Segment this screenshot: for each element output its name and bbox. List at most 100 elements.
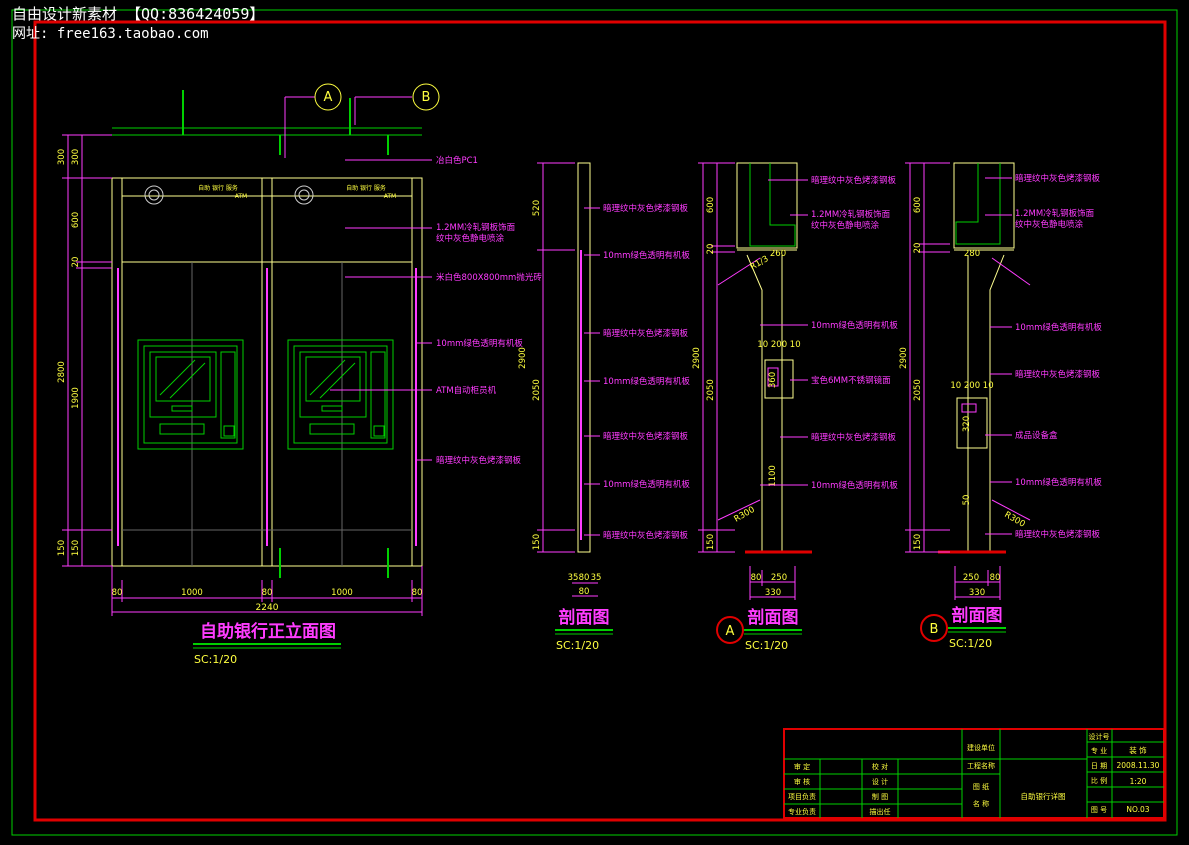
sb-label-1: 暗理纹中灰色烤漆钢板: [1015, 173, 1101, 184]
tb-project-name-label: 工程名称: [967, 761, 995, 770]
s1-label-3: 暗理纹中灰色烤漆钢板: [603, 328, 689, 339]
tb-right-value-3: 2008.11.30: [1117, 761, 1160, 770]
sa-dim-80: 80: [751, 573, 762, 583]
sb-dim-280: 280: [964, 249, 980, 259]
s1-dim-2050: 2050: [532, 379, 542, 401]
sa-dim-2050: 2050: [706, 379, 716, 401]
sheet-frame: [33, 20, 1167, 822]
sa-scale: SC:1/20: [745, 639, 788, 652]
sa-dim-360: 360: [768, 372, 778, 388]
sa-title: 剖面图: [748, 607, 799, 628]
watermark-line-1: 自由设计新素材 【QQ:836424059】: [12, 5, 265, 23]
tb-left-label-1: 审 定: [794, 762, 810, 771]
sa-label-1: 暗理纹中灰色烤漆钢板: [811, 175, 897, 186]
section-b: 600 20 2900 2050 150 280 10 200 10 320 5…: [899, 162, 1102, 650]
sign-sub-right: ATM: [384, 193, 396, 200]
sb-label-5: 暗理纹中灰色烤漆钢板: [1015, 369, 1101, 380]
label-polished-tile: 米白色800X800mm抛光砖: [436, 272, 542, 283]
section-b-badge-label: B: [930, 622, 939, 637]
sa-dim-600: 600: [706, 197, 716, 213]
callout-a-label: A: [324, 90, 333, 105]
sb-dim-10-200-10: 10 200 10: [950, 381, 993, 391]
s1-dim-80b: 80: [579, 587, 590, 597]
tb-mid-label-2: 设 计: [872, 777, 888, 786]
sb-dim-320: 320: [962, 416, 972, 432]
sb-label-8: 暗理纹中灰色烤漆钢板: [1015, 529, 1101, 540]
sa-dim-r300: R300: [733, 505, 757, 525]
sb-dim-150: 150: [913, 534, 923, 550]
sb-label-4: 10mm绿色透明有机板: [1015, 322, 1102, 333]
dim-left-300a: 300: [57, 149, 67, 165]
sb-scale: SC:1/20: [949, 637, 992, 650]
dim-left-300b: 300: [71, 149, 81, 165]
tb-drawing-label-2: 名 称: [973, 799, 989, 808]
section-a-badge-label: A: [726, 624, 735, 639]
tb-left-label-3: 项目负责: [788, 792, 816, 801]
front-elevation-title: 自助银行正立面图: [200, 621, 336, 642]
sb-label-6: 成品设备盒: [1015, 430, 1058, 441]
sign-text-left: 自助 银行 服务: [198, 184, 238, 192]
sb-title: 剖面图: [952, 605, 1003, 626]
dim-left-150b: 150: [71, 540, 81, 556]
sheet-outer-border: [11, 9, 1178, 836]
sa-dim-2900: 2900: [692, 347, 702, 369]
s1-label-1: 暗理纹中灰色烤漆钢板: [603, 203, 689, 214]
dim-bottom-1000a: 1000: [181, 588, 203, 598]
section-1: 520 2900 2050 150 35 80 35 80 暗理纹中灰色烤漆钢板…: [518, 162, 690, 652]
sa-dim-260: 260: [770, 249, 786, 259]
sb-label-2: 1.2MM冷轧钢板饰面: [1015, 208, 1095, 219]
atm-machine-left: [137, 339, 244, 450]
tb-right-value-4: 1:20: [1130, 777, 1147, 786]
tb-mid-label-1: 校 对: [872, 762, 888, 771]
sb-dim-2900: 2900: [899, 347, 909, 369]
s1-label-2: 10mm绿色透明有机板: [603, 250, 690, 261]
sa-dim-330: 330: [765, 588, 781, 598]
tb-mid-label-3: 制 图: [872, 792, 888, 801]
tb-right-label-2: 专 业: [1091, 746, 1107, 755]
s1-label-4: 10mm绿色透明有机板: [603, 376, 690, 387]
s1-label-5: 暗理纹中灰色烤漆钢板: [603, 431, 689, 442]
sb-dim-330: 330: [969, 588, 985, 598]
sa-label-6: 暗理纹中灰色烤漆钢板: [811, 432, 897, 443]
tb-right-label-5: 图 号: [1091, 806, 1107, 814]
sb-dim-20: 20: [913, 243, 923, 254]
s1-title: 剖面图: [559, 607, 610, 628]
front-elevation: A B 自助 银行 服务 ATM 自助 银行 服务 ATM 300 300 60…: [57, 83, 542, 666]
sa-dim-150: 150: [706, 534, 716, 550]
tb-project-label: 建设单位: [967, 743, 995, 752]
s1-label-7: 暗理纹中灰色烤漆钢板: [603, 530, 689, 541]
dim-left-2800: 2800: [57, 361, 67, 383]
sb-label-3: 纹中灰色静电喷涂: [1015, 219, 1084, 230]
front-elevation-scale: SC:1/20: [194, 653, 237, 666]
tb-left-label-4: 专业负责: [788, 807, 816, 816]
label-pc1: 冶白色PC1: [436, 155, 478, 166]
watermark-line-2: 网址: free163.taobao.com: [12, 26, 209, 42]
tb-right-label-1: 设计号: [1089, 732, 1110, 741]
callout-b-label: B: [422, 90, 431, 105]
sb-dim-2050: 2050: [913, 379, 923, 401]
section-1-profile: [577, 162, 591, 553]
sa-label-2: 1.2MM冷轧钢板饰面: [811, 209, 891, 220]
s1-dim-150: 150: [532, 534, 542, 550]
dim-left-1900: 1900: [71, 387, 81, 409]
sb-dim-250: 250: [963, 573, 979, 583]
dim-bottom-total: 2240: [256, 603, 279, 613]
sb-dim-r300: R300: [1003, 510, 1027, 530]
sign-text-right: 自助 银行 服务: [346, 184, 386, 192]
s1-dim-35b: 35: [591, 573, 602, 583]
tb-right-value-5: NO.03: [1126, 805, 1149, 814]
sa-dim-20: 20: [706, 244, 716, 255]
s1-dim-80a: 80: [579, 573, 590, 583]
s1-scale: SC:1/20: [556, 639, 599, 652]
label-acrylic-panel: 10mm绿色透明有机板: [436, 338, 523, 349]
sa-dim-250: 250: [771, 573, 787, 583]
tb-left-label-2: 审 核: [794, 777, 810, 786]
sa-dim-10-200-10: 10 200 10: [757, 340, 800, 350]
drawing-svg: A B 自助 银行 服务 ATM 自助 银行 服务 ATM 300 300 60…: [11, 9, 1178, 836]
s1-dim-2900: 2900: [518, 347, 528, 369]
dim-left-150a: 150: [57, 540, 67, 556]
dim-bottom-80b: 80: [262, 588, 273, 598]
cad-drawing-canvas: A B 自助 银行 服务 ATM 自助 银行 服务 ATM 300 300 60…: [0, 0, 1189, 841]
section-a: 600 20 2900 2050 150 260 10 200 10 360 1…: [692, 162, 898, 652]
label-atm: ATM自动柜员机: [436, 385, 497, 396]
